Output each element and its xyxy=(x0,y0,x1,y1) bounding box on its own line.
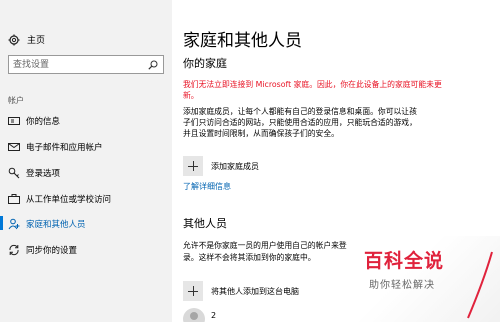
sidebar-item-label: 从工作单位或学校访问 xyxy=(26,195,112,205)
sidebar-item-label: 登录选项 xyxy=(26,169,61,179)
user-account-label: 2 xyxy=(211,311,217,320)
sidebar-item-label: 同步你的设置 xyxy=(26,246,78,256)
sidebar-item-family[interactable]: 家庭和其他人员 xyxy=(0,214,172,234)
other-people-heading: 其他人员 xyxy=(183,217,227,230)
watermark: 百科全说 助你轻松解决 xyxy=(344,236,500,322)
sidebar-item-your-info[interactable]: 你的信息 xyxy=(0,111,172,131)
family-warning-text: 我们无法立即连接到 Microsoft 家庭。因此，你在此设备上的家庭可能未更新… xyxy=(183,80,442,100)
add-family-member-button[interactable]: 添加家庭成员 xyxy=(183,156,483,176)
plus-icon xyxy=(183,156,203,176)
person-icon xyxy=(8,218,20,230)
sidebar-item-work-school[interactable]: 从工作单位或学校访问 xyxy=(0,189,172,209)
add-family-member-label: 添加家庭成员 xyxy=(211,162,259,171)
mail-icon xyxy=(8,143,20,151)
briefcase-icon xyxy=(8,194,20,204)
watermark-title: 百科全说 xyxy=(364,250,445,272)
avatar xyxy=(183,308,205,322)
gear-icon xyxy=(8,34,20,46)
learn-more-link[interactable]: 了解详细信息 xyxy=(183,181,231,192)
family-heading: 你的家庭 xyxy=(183,57,227,70)
sidebar: 主页 帐户 你的信息 电子邮件和应用帐户 登录选项 xyxy=(0,0,172,322)
sidebar-item-sign-in-options[interactable]: 登录选项 xyxy=(0,163,172,183)
sidebar-item-label: 你的信息 xyxy=(26,117,61,127)
search-box[interactable] xyxy=(8,55,164,74)
watermark-subtitle: 助你轻松解决 xyxy=(369,280,435,291)
other-people-description: 允许不是你家庭一员的用户使用自己的帐户来登录。这样不会将其添加到你的家庭中。 xyxy=(183,241,347,262)
sidebar-item-email-accounts[interactable]: 电子邮件和应用帐户 xyxy=(0,137,172,157)
sidebar-item-label: 家庭和其他人员 xyxy=(26,220,86,230)
key-icon xyxy=(8,167,20,179)
search-icon[interactable] xyxy=(148,60,158,70)
sync-icon xyxy=(9,244,19,256)
family-description: 添加家庭成员，让每个人都能有自己的登录信息和桌面。你可以让孩子们只访问合适的网站… xyxy=(183,107,417,138)
page-title: 家庭和其他人员 xyxy=(183,31,302,51)
sidebar-item-sync[interactable]: 同步你的设置 xyxy=(0,240,172,260)
id-card-icon xyxy=(8,117,20,125)
home-label: 主页 xyxy=(27,36,46,46)
watermark-swoosh-icon xyxy=(467,251,493,319)
plus-icon xyxy=(183,281,203,301)
section-label-accounts: 帐户 xyxy=(8,96,24,105)
sidebar-item-home[interactable]: 主页 xyxy=(0,31,172,49)
active-indicator xyxy=(0,216,3,230)
sidebar-item-label: 电子邮件和应用帐户 xyxy=(26,143,103,153)
add-other-user-label: 将其他人添加到这台电脑 xyxy=(211,287,299,296)
search-input[interactable] xyxy=(13,58,143,71)
